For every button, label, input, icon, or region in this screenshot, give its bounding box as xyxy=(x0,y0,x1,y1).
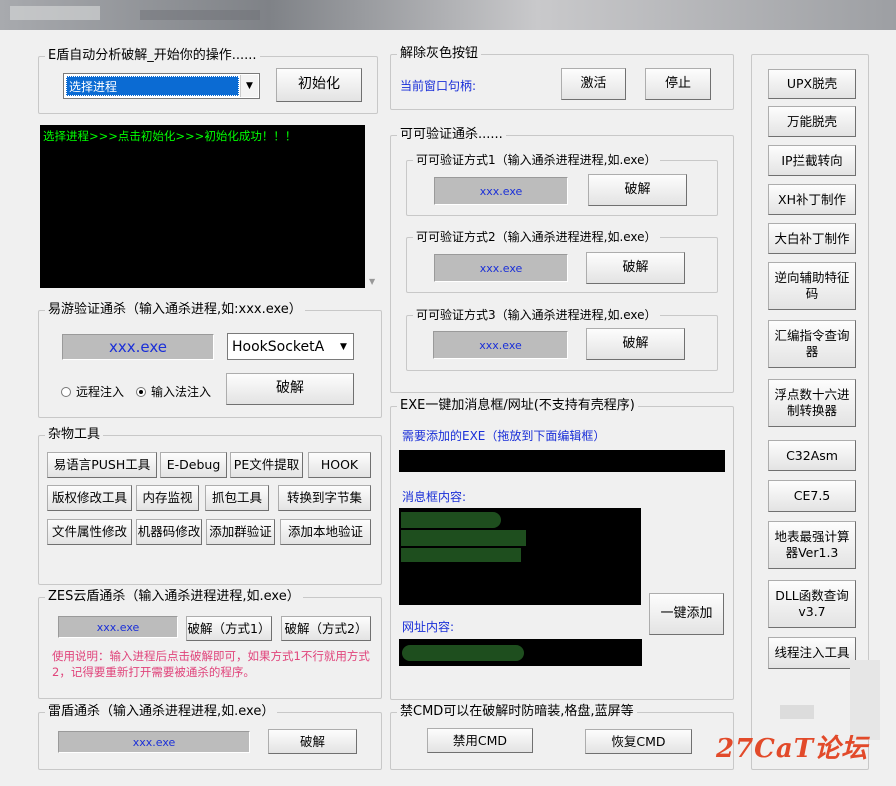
zes-process-field[interactable]: xxx.exe xyxy=(58,616,178,638)
misc-tools-legend: 杂物工具 xyxy=(45,427,104,443)
tool-local-verify-button[interactable]: 添加本地验证 xyxy=(280,519,371,545)
blurred-title-2 xyxy=(140,10,260,20)
calculator-button[interactable]: 地表最强计算器Ver1.3 xyxy=(768,521,856,569)
cmd-legend: 禁CMD可以在破解时防暗装,格盘,蓝屏等 xyxy=(397,704,637,720)
censored-block xyxy=(401,512,501,528)
censored-block xyxy=(402,645,524,661)
xh-patch-button[interactable]: XH补丁制作 xyxy=(768,184,856,215)
kekeyan-method2-crack-button[interactable]: 破解 xyxy=(586,252,685,284)
init-button[interactable]: 初始化 xyxy=(276,68,362,102)
censored-block xyxy=(401,548,521,562)
process-select[interactable]: 选择进程 ▼ xyxy=(63,73,260,99)
radio-off-icon xyxy=(61,386,71,397)
tool-push-button[interactable]: 易语言PUSH工具 xyxy=(47,452,157,478)
url-content-input[interactable] xyxy=(399,639,642,666)
upx-unpack-button[interactable]: UPX脱壳 xyxy=(768,69,856,99)
stop-button[interactable]: 停止 xyxy=(645,68,711,100)
kekeyan-method3-legend: 可可验证方式3（输入通杀进程进程,如.exe） xyxy=(413,307,660,323)
censored-block xyxy=(401,530,526,546)
radio-remote-label: 远程注入 xyxy=(76,385,125,399)
msg-content-input[interactable] xyxy=(399,508,641,605)
leidun-legend: 雷盾通杀（输入通杀进程进程,如.exe） xyxy=(45,704,278,720)
window-handle-label: 当前窗口句柄: xyxy=(400,79,477,93)
log-scrollbar[interactable]: ▼ xyxy=(365,125,381,288)
hook-select-value: HookSocketA xyxy=(232,338,325,355)
tool-group-verify-button[interactable]: 添加群验证 xyxy=(206,519,275,545)
hook-select[interactable]: HookSocketA ▼ xyxy=(227,333,354,360)
kekeyan-method2-field[interactable]: xxx.exe xyxy=(434,254,568,282)
float-hex-button[interactable]: 浮点数十六进制转换器 xyxy=(768,379,856,427)
one-click-add-button[interactable]: 一键添加 xyxy=(649,593,724,635)
need-exe-label: 需要添加的EXE（拖放到下面编辑框） xyxy=(402,429,606,443)
zes-legend: ZES云盾通杀（输入通杀进程进程,如.exe） xyxy=(45,589,303,605)
ce75-button[interactable]: CE7.5 xyxy=(768,480,856,512)
kekeyan-method1-field[interactable]: xxx.exe xyxy=(434,177,568,205)
exe-path-input[interactable] xyxy=(399,450,725,472)
leidun-process-field[interactable]: xxx.exe xyxy=(58,731,250,753)
reverse-signature-button[interactable]: 逆向辅助特征码 xyxy=(768,262,856,310)
radio-on-icon xyxy=(136,386,146,397)
radio-ime-inject[interactable]: 输入法注入 xyxy=(136,383,211,400)
kekeyan-method1-legend: 可可验证方式1（输入通杀进程进程,如.exe） xyxy=(413,152,660,168)
tool-memory-button[interactable]: 内存监视 xyxy=(136,485,199,511)
scroll-down-icon[interactable]: ▼ xyxy=(369,277,375,286)
log-console: 选择进程>>>点击初始化>>>初始化成功！！！ xyxy=(40,125,365,288)
universal-unpack-button[interactable]: 万能脱壳 xyxy=(768,106,856,137)
radio-ime-label: 输入法注入 xyxy=(151,385,212,399)
tool-bytes-button[interactable]: 转换到字节集 xyxy=(278,485,371,511)
ungray-legend: 解除灰色按钮 xyxy=(397,46,482,62)
yiyou-legend: 易游验证通杀（输入通杀进程,如:xxx.exe） xyxy=(45,302,305,318)
yiyou-process-field[interactable]: xxx.exe xyxy=(62,334,214,360)
c32asm-button[interactable]: C32Asm xyxy=(768,440,856,471)
blurred-decoration xyxy=(780,705,814,719)
restore-cmd-button[interactable]: 恢复CMD xyxy=(585,729,692,754)
main-window: E盾自动分析破解_开始你的操作...... 选择进程 ▼ 初始化 选择进程>>>… xyxy=(0,30,896,786)
kekeyan-legend: 可可验证通杀...... xyxy=(397,127,506,143)
tool-machinecode-button[interactable]: 机器码修改 xyxy=(136,519,202,545)
radio-remote-inject[interactable]: 远程注入 xyxy=(61,383,124,400)
thread-inject-button[interactable]: 线程注入工具 xyxy=(768,637,856,669)
ip-redirect-button[interactable]: IP拦截转向 xyxy=(768,145,856,176)
msg-content-label: 消息框内容: xyxy=(402,490,467,504)
zes-crack1-button[interactable]: 破解（方式1） xyxy=(186,616,272,641)
activate-button[interactable]: 激活 xyxy=(561,68,626,100)
process-select-value: 选择进程 xyxy=(66,76,239,96)
tool-hook-button[interactable]: HOOK xyxy=(308,452,371,478)
kekeyan-method1-crack-button[interactable]: 破解 xyxy=(588,174,687,206)
dll-query-button[interactable]: DLL函数查询v3.7 xyxy=(768,580,856,628)
kekeyan-method2-legend: 可可验证方式2（输入通杀进程进程,如.exe） xyxy=(413,229,660,245)
blurred-title xyxy=(10,6,100,20)
log-text: 选择进程>>>点击初始化>>>初始化成功！！！ xyxy=(43,129,297,143)
auto-analysis-legend: E盾自动分析破解_开始你的操作...... xyxy=(45,48,260,64)
url-content-label: 网址内容: xyxy=(402,620,455,634)
zes-usage-note: 使用说明：输入进程后点击破解即可，如果方式1不行就用方式2，记得要重新打开需要被… xyxy=(52,649,370,679)
watermark-logo: 27CaT论坛 xyxy=(716,734,869,764)
leidun-crack-button[interactable]: 破解 xyxy=(268,729,357,754)
chevron-down-icon[interactable]: ▼ xyxy=(335,335,352,358)
tool-pe-extract-button[interactable]: PE文件提取 xyxy=(230,452,303,478)
zes-crack2-button[interactable]: 破解（方式2） xyxy=(281,616,371,641)
disable-cmd-button[interactable]: 禁用CMD xyxy=(427,728,533,753)
asm-query-button[interactable]: 汇编指令查询器 xyxy=(768,320,856,368)
tool-capture-button[interactable]: 抓包工具 xyxy=(205,485,269,511)
kekeyan-method3-field[interactable]: xxx.exe xyxy=(433,331,568,359)
tool-edebug-button[interactable]: E-Debug xyxy=(160,452,227,478)
window-titlebar xyxy=(0,0,896,30)
chevron-down-icon[interactable]: ▼ xyxy=(240,75,258,97)
kekeyan-method3-crack-button[interactable]: 破解 xyxy=(586,328,685,360)
yiyou-crack-button[interactable]: 破解 xyxy=(226,373,354,405)
exe-box-legend: EXE一键加消息框/网址(不支持有壳程序) xyxy=(397,398,638,414)
dabai-patch-button[interactable]: 大白补丁制作 xyxy=(768,223,856,254)
tool-copyright-button[interactable]: 版权修改工具 xyxy=(47,485,132,511)
tool-fileattr-button[interactable]: 文件属性修改 xyxy=(47,519,132,545)
